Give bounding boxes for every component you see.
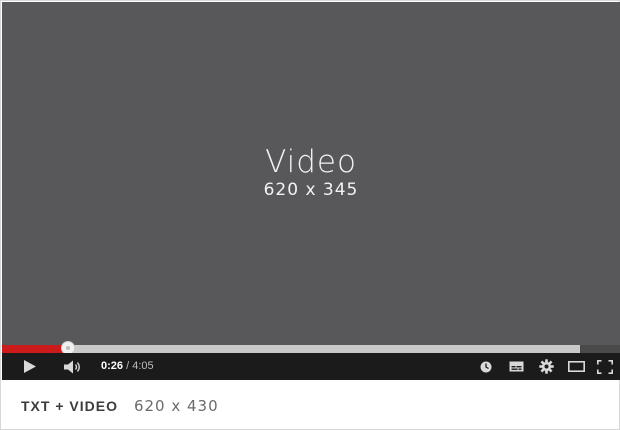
progress-remaining <box>580 345 620 353</box>
settings-button[interactable] <box>537 353 555 380</box>
play-icon <box>24 360 36 373</box>
footer-title: TXT + VIDEO <box>21 398 118 414</box>
progress-buffered <box>2 345 580 353</box>
volume-icon <box>64 360 80 373</box>
duration: 4:05 <box>132 360 154 372</box>
play-button[interactable] <box>20 353 40 380</box>
captions-icon <box>509 361 523 372</box>
clock-icon <box>480 361 492 372</box>
theater-mode-button[interactable] <box>566 353 586 380</box>
progress-bar[interactable] <box>2 341 620 355</box>
video-placeholder-label: Video 620 x 345 <box>2 144 620 200</box>
theater-mode-icon <box>567 361 585 372</box>
video-card: Video 620 x 345 0:26 / 4:05 TXT + VIDEO … <box>0 0 620 430</box>
captions-button[interactable] <box>507 353 525 380</box>
current-time: 0:26 <box>101 360 124 372</box>
progress-played <box>2 345 68 353</box>
video-title: Video <box>265 144 357 180</box>
footer-size: 620 x 430 <box>133 397 219 415</box>
watch-later-button[interactable] <box>478 353 494 380</box>
time-display: 0:26 / 4:05 <box>101 353 154 380</box>
video-area[interactable]: Video 620 x 345 <box>2 2 620 345</box>
time-separator: / <box>123 360 133 372</box>
volume-button[interactable] <box>62 353 84 380</box>
fullscreen-button[interactable] <box>596 353 614 380</box>
control-bar: 0:26 / 4:05 <box>2 353 620 380</box>
caption-footer: TXT + VIDEO 620 x 430 <box>21 395 219 417</box>
fullscreen-icon <box>597 359 613 374</box>
video-size: 620 x 345 <box>263 180 359 200</box>
gear-icon <box>538 359 554 374</box>
